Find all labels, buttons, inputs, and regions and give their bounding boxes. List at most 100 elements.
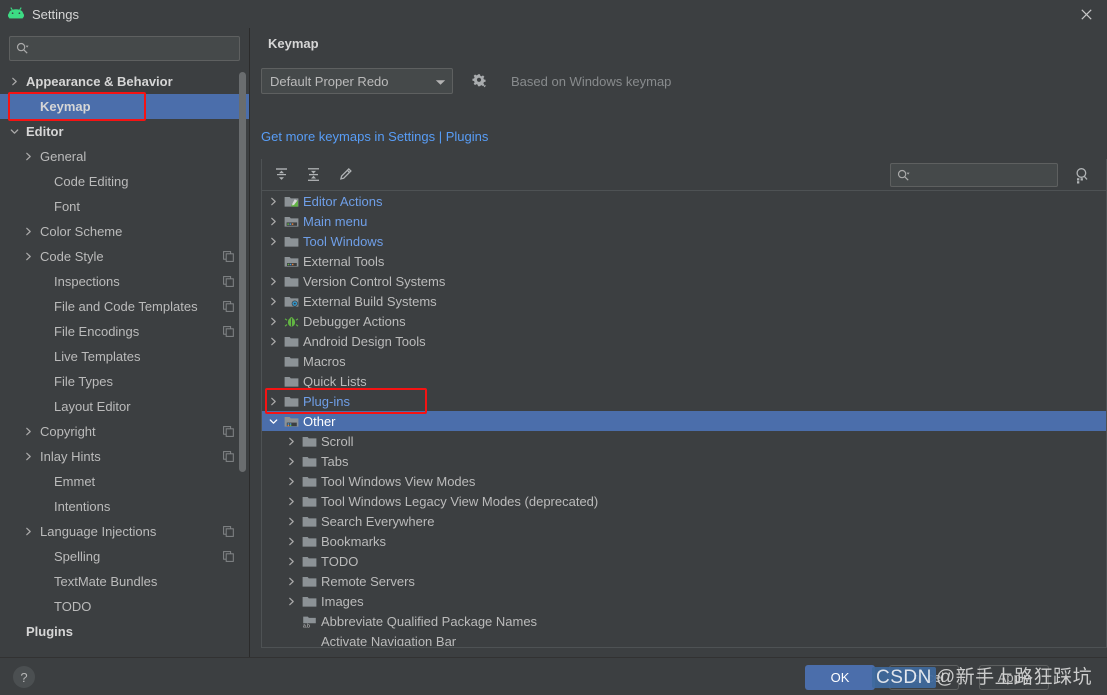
copy-settings-icon[interactable] xyxy=(221,251,235,262)
table-row[interactable]: Tool Windows View Modes xyxy=(262,471,1106,491)
chevron-right-icon[interactable] xyxy=(284,437,299,446)
chevron-right-icon[interactable] xyxy=(284,477,299,486)
table-row[interactable]: Search Everywhere xyxy=(262,511,1106,531)
find-action-by-shortcut-icon[interactable] xyxy=(1070,164,1092,186)
table-row[interactable]: Debugger Actions xyxy=(262,311,1106,331)
table-row[interactable]: Other xyxy=(262,411,1106,431)
chevron-right-icon[interactable] xyxy=(20,427,36,436)
help-icon[interactable]: ? xyxy=(13,666,35,688)
keymap-actions-tree[interactable]: Editor Actions Main menu Tool Windows Exter… xyxy=(262,191,1106,646)
gear-icon[interactable] xyxy=(469,71,489,91)
sidebar-item-editor[interactable]: Editor xyxy=(0,119,249,144)
pencil-edit-icon[interactable] xyxy=(334,164,356,186)
table-row[interactable]: Tool Windows xyxy=(262,231,1106,251)
sidebar-item-font[interactable]: Font xyxy=(0,194,249,219)
sidebar-item-code-style[interactable]: Code Style xyxy=(0,244,249,269)
sidebar-item-code-editing[interactable]: Code Editing xyxy=(0,169,249,194)
copy-settings-icon[interactable] xyxy=(221,426,235,437)
chevron-right-icon[interactable] xyxy=(20,252,36,261)
chevron-right-icon[interactable] xyxy=(284,597,299,606)
sidebar-item-intentions[interactable]: Intentions xyxy=(0,494,249,519)
copy-settings-icon[interactable] xyxy=(221,301,235,312)
table-row[interactable]: Tabs xyxy=(262,451,1106,471)
table-row[interactable]: Bookmarks xyxy=(262,531,1106,551)
collapse-all-icon[interactable] xyxy=(302,164,324,186)
sidebar-item-general[interactable]: General xyxy=(0,144,249,169)
tree-item-label: Editor Actions xyxy=(303,193,383,209)
sidebar-item-color-scheme[interactable]: Color Scheme xyxy=(0,219,249,244)
chevron-right-icon[interactable] xyxy=(266,237,281,246)
sidebar-search-input[interactable] xyxy=(33,40,233,57)
expand-all-icon[interactable] xyxy=(270,164,292,186)
chevron-right-icon[interactable] xyxy=(284,537,299,546)
table-row[interactable]: TODO xyxy=(262,551,1106,571)
chevron-right-icon[interactable] xyxy=(266,217,281,226)
sidebar-item-live-templates[interactable]: Live Templates xyxy=(0,344,249,369)
table-row[interactable]: Tool Windows Legacy View Modes (deprecat… xyxy=(262,491,1106,511)
table-row[interactable]: Plug-ins xyxy=(262,391,1106,411)
sidebar-item-file-encodings[interactable]: File Encodings xyxy=(0,319,249,344)
sidebar-item-language-injections[interactable]: Language Injections xyxy=(0,519,249,544)
ok-button[interactable]: OK xyxy=(805,665,875,690)
chevron-right-icon[interactable] xyxy=(20,527,36,536)
chevron-right-icon[interactable] xyxy=(266,337,281,346)
close-icon[interactable] xyxy=(1065,0,1107,28)
copy-settings-icon[interactable] xyxy=(221,326,235,337)
table-row[interactable]: Images xyxy=(262,591,1106,611)
sidebar-item-file-and-code-templates[interactable]: File and Code Templates xyxy=(0,294,249,319)
keymap-select[interactable]: Default Proper Redo xyxy=(261,68,453,94)
chevron-right-icon[interactable] xyxy=(266,397,281,406)
sidebar-item-layout-editor[interactable]: Layout Editor xyxy=(0,394,249,419)
apply-button[interactable]: Apply xyxy=(979,665,1049,690)
table-row[interactable]: Version Control Systems xyxy=(262,271,1106,291)
sidebar-item-file-types[interactable]: File Types xyxy=(0,369,249,394)
sidebar-item-inlay-hints[interactable]: Inlay Hints xyxy=(0,444,249,469)
table-row[interactable]: Scroll xyxy=(262,431,1106,451)
sidebar-item-todo[interactable]: TODO xyxy=(0,594,249,619)
sidebar-item-copyright[interactable]: Copyright xyxy=(0,419,249,444)
chevron-right-icon[interactable] xyxy=(284,557,299,566)
chevron-right-icon[interactable] xyxy=(284,457,299,466)
copy-settings-icon[interactable] xyxy=(221,526,235,537)
copy-settings-icon[interactable] xyxy=(221,276,235,287)
sidebar-scrollbar-thumb[interactable] xyxy=(239,72,246,472)
sidebar-item-appearance-behavior[interactable]: Appearance & Behavior xyxy=(0,69,249,94)
table-row[interactable]: Quick Lists xyxy=(262,371,1106,391)
chevron-right-icon[interactable] xyxy=(20,152,36,161)
table-row[interactable]: Macros xyxy=(262,351,1106,371)
table-row[interactable]: a.b Abbreviate Qualified Package Names xyxy=(262,611,1106,631)
table-row[interactable]: External Tools xyxy=(262,251,1106,271)
sidebar-item-spelling[interactable]: Spelling xyxy=(0,544,249,569)
table-row[interactable]: Android Design Tools xyxy=(262,331,1106,351)
copy-settings-icon[interactable] xyxy=(221,551,235,562)
chevron-down-icon[interactable] xyxy=(266,417,281,426)
table-row[interactable]: Remote Servers xyxy=(262,571,1106,591)
copy-settings-icon[interactable] xyxy=(221,451,235,462)
chevron-right-icon[interactable] xyxy=(266,277,281,286)
sidebar-item-keymap[interactable]: Keymap xyxy=(0,94,249,119)
chevron-right-icon[interactable] xyxy=(20,227,36,236)
chevron-right-icon[interactable] xyxy=(284,497,299,506)
sidebar-item-emmet[interactable]: Emmet xyxy=(0,469,249,494)
chevron-right-icon[interactable] xyxy=(266,197,281,206)
cancel-button[interactable]: Cancel xyxy=(888,665,959,690)
table-row[interactable]: External Build Systems xyxy=(262,291,1106,311)
chevron-right-icon[interactable] xyxy=(6,77,22,86)
sidebar-search-box[interactable] xyxy=(9,36,240,61)
sidebar-item-textmate-bundles[interactable]: TextMate Bundles xyxy=(0,569,249,594)
keymap-search-input[interactable] xyxy=(914,167,1073,183)
chevron-right-icon[interactable] xyxy=(266,317,281,326)
sidebar-item-plugins[interactable]: Plugins xyxy=(0,619,249,644)
get-more-keymaps-link[interactable]: Get more keymaps in Settings | Plugins xyxy=(261,129,488,144)
chevron-right-icon[interactable] xyxy=(284,517,299,526)
table-row[interactable]: Main menu xyxy=(262,211,1106,231)
table-row[interactable]: Activate Navigation Bar xyxy=(262,631,1106,647)
sidebar-item-inspections[interactable]: Inspections xyxy=(0,269,249,294)
table-row[interactable]: Editor Actions xyxy=(262,191,1106,211)
keymap-search-box[interactable] xyxy=(890,163,1073,187)
chevron-right-icon[interactable] xyxy=(284,577,299,586)
chevron-down-icon[interactable] xyxy=(6,127,22,136)
chevron-right-icon[interactable] xyxy=(20,452,36,461)
chevron-right-icon[interactable] xyxy=(266,297,281,306)
tree-item-label: Tool Windows Legacy View Modes (deprecat… xyxy=(321,493,599,509)
